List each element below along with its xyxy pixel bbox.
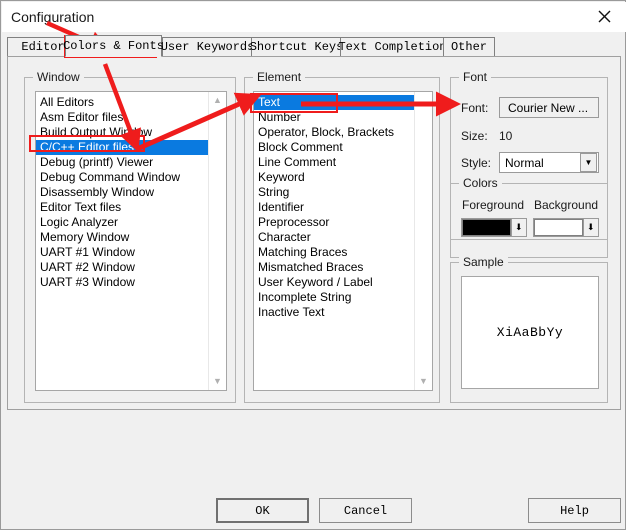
scrollbar-track[interactable] (209, 109, 226, 373)
tab-label: Shortcut Keys (249, 40, 344, 54)
chevron-down-icon[interactable]: ▼ (580, 153, 597, 172)
element-list-scrollbar[interactable]: ▼ (414, 92, 432, 390)
size-label: Size: (461, 129, 488, 143)
list-item[interactable]: Logic Analyzer (36, 215, 209, 230)
foreground-label: Foreground (462, 198, 525, 212)
tab-user-keywords[interactable]: User Keywords (160, 37, 255, 56)
list-item[interactable]: Identifier (254, 200, 415, 215)
font-value: Courier New ... (508, 100, 589, 115)
background-label: Background (534, 198, 599, 212)
window-list-items: All Editors Asm Editor files Build Outpu… (36, 92, 209, 390)
help-button-label: Help (560, 503, 589, 518)
style-value: Normal (505, 155, 544, 170)
list-item[interactable]: Operator, Block, Brackets (254, 125, 415, 140)
element-list-items: Text Number Operator, Block, Brackets Bl… (254, 92, 415, 390)
tab-other[interactable]: Other (443, 37, 495, 56)
window-group-title: Window (33, 70, 84, 84)
list-item[interactable]: Matching Braces (254, 245, 415, 260)
chevron-down-icon[interactable]: ▼ (209, 373, 226, 390)
background-swatch-color (534, 219, 583, 236)
tab-label: User Keywords (160, 40, 255, 54)
sample-text: XiAaBbYy (496, 325, 564, 340)
list-item[interactable]: Inactive Text (254, 305, 415, 320)
sample-preview: XiAaBbYy (461, 276, 599, 389)
list-item[interactable]: Line Comment (254, 155, 415, 170)
tab-label: Other (450, 40, 487, 54)
chevron-up-icon[interactable]: ▲ (209, 92, 226, 109)
chevron-down-icon[interactable]: ▼ (415, 373, 432, 390)
configuration-dialog: Configuration Editor Colors & Fonts User… (0, 0, 626, 530)
list-item[interactable]: UART #1 Window (36, 245, 209, 260)
window-listbox[interactable]: All Editors Asm Editor files Build Outpu… (35, 91, 227, 391)
font-picker-button[interactable]: Courier New ... (499, 97, 599, 118)
list-item[interactable]: Preprocessor (254, 215, 415, 230)
sample-group: Sample XiAaBbYy (450, 255, 608, 403)
title-bar: Configuration (2, 2, 626, 32)
tab-text-completion[interactable]: Text Completion (338, 37, 447, 56)
element-group: Element Text Number Operator, Block, Bra… (244, 70, 440, 403)
cancel-button[interactable]: Cancel (319, 498, 412, 523)
foreground-swatch[interactable] (462, 219, 512, 236)
list-item[interactable]: Asm Editor files (36, 110, 209, 125)
list-item[interactable]: Mismatched Braces (254, 260, 415, 275)
list-item-selected[interactable]: C/C++ Editor files (36, 140, 209, 155)
list-item[interactable]: Number (254, 110, 415, 125)
tab-colors-and-fonts[interactable]: Colors & Fonts (63, 35, 164, 57)
list-item[interactable]: Keyword (254, 170, 415, 185)
style-select[interactable]: Normal ▼ (499, 152, 599, 173)
page-title: Configuration (11, 9, 95, 25)
list-item[interactable]: Memory Window (36, 230, 209, 245)
cancel-button-label: Cancel (343, 503, 388, 518)
close-icon[interactable] (582, 2, 626, 31)
element-group-title: Element (253, 70, 306, 84)
tab-label: Text Completion (338, 40, 447, 54)
tab-label: Editor (21, 40, 65, 54)
tab-label: Colors & Fonts (63, 39, 164, 53)
color-dropdown-icon[interactable]: ⬇ (512, 219, 526, 236)
size-value: 10 (499, 129, 513, 143)
style-label: Style: (461, 156, 492, 170)
foreground-color-picker[interactable]: ⬇ (461, 218, 527, 237)
tab-strip: Editor Colors & Fonts User Keywords Shor… (7, 35, 621, 57)
list-item[interactable]: UART #3 Window (36, 275, 209, 290)
font-label: Font: (461, 101, 489, 115)
tab-shortcut-keys[interactable]: Shortcut Keys (249, 37, 344, 56)
background-swatch[interactable] (534, 219, 584, 236)
list-item[interactable]: Build Output Window (36, 125, 209, 140)
list-item[interactable]: All Editors (36, 95, 209, 110)
list-item[interactable]: Incomplete String (254, 290, 415, 305)
background-color-picker[interactable]: ⬇ (533, 218, 599, 237)
font-group: Font Font: Courier New ... Size: 10 Styl… (450, 70, 608, 258)
ok-button-label: OK (255, 503, 270, 518)
list-item[interactable]: String (254, 185, 415, 200)
color-dropdown-icon[interactable]: ⬇ (584, 219, 598, 236)
font-group-title: Font (459, 70, 492, 84)
colors-group: Colors Foreground Background ⬇ ⬇ (450, 176, 608, 258)
list-item[interactable]: UART #2 Window (36, 260, 209, 275)
list-item[interactable]: Disassembly Window (36, 185, 209, 200)
list-item[interactable]: Editor Text files (36, 200, 209, 215)
foreground-swatch-color (462, 219, 511, 236)
list-item-selected[interactable]: Text (254, 95, 415, 110)
sample-group-title: Sample (459, 255, 508, 269)
element-listbox[interactable]: Text Number Operator, Block, Brackets Bl… (253, 91, 433, 391)
help-button[interactable]: Help (528, 498, 621, 523)
list-item[interactable]: Debug Command Window (36, 170, 209, 185)
window-group: Window All Editors Asm Editor files Buil… (24, 70, 236, 403)
window-list-scrollbar[interactable]: ▲ ▼ (208, 92, 226, 390)
ok-button[interactable]: OK (216, 498, 309, 523)
tab-panel-colors-and-fonts: Window All Editors Asm Editor files Buil… (7, 56, 621, 410)
list-item[interactable]: User Keyword / Label (254, 275, 415, 290)
colors-group-title: Colors (459, 176, 502, 190)
list-item[interactable]: Debug (printf) Viewer (36, 155, 209, 170)
scrollbar-track[interactable] (415, 109, 432, 373)
list-item[interactable]: Character (254, 230, 415, 245)
list-item[interactable]: Block Comment (254, 140, 415, 155)
